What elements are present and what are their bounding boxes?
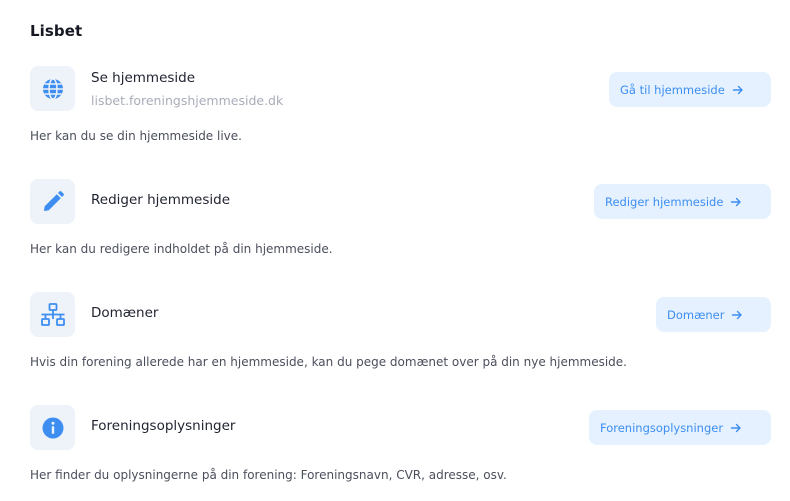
button-label: Rediger hjemmeside xyxy=(605,194,724,209)
button-label: Foreningsoplysninger xyxy=(600,420,724,435)
button-label: Domæner xyxy=(667,307,725,322)
section-foreningsoplysninger: Foreningsoplysninger Foreningsoplysninge… xyxy=(30,405,771,489)
section-description: Her kan du redigere indholdet på din hje… xyxy=(30,242,333,256)
website-url: lisbet.foreningshjemmeside.dk xyxy=(91,93,284,108)
pencil-icon xyxy=(43,190,64,211)
info-icon xyxy=(42,417,63,438)
button-label: Gå til hjemmeside xyxy=(620,82,725,97)
network-icon-box xyxy=(30,292,75,337)
network-icon xyxy=(40,302,65,326)
edit-website-button[interactable]: Rediger hjemmeside xyxy=(594,184,771,219)
section-title: Domæner xyxy=(91,305,159,321)
arrow-right-icon xyxy=(731,309,743,321)
go-to-website-button[interactable]: Gå til hjemmeside xyxy=(609,72,771,107)
section-description: Her finder du oplysningerne på din foren… xyxy=(30,468,507,482)
arrow-right-icon xyxy=(730,422,742,434)
section-title: Se hjemmeside xyxy=(91,70,196,86)
section-description: Her kan du se din hjemmeside live. xyxy=(30,129,242,143)
section-rediger-hjemmeside: Rediger hjemmeside Rediger hjemmeside He… xyxy=(30,179,771,263)
section-se-hjemmeside: Se hjemmeside lisbet.foreningshjemmeside… xyxy=(30,66,771,150)
page-title: Lisbet xyxy=(30,22,83,40)
arrow-right-icon xyxy=(732,84,744,96)
section-domaener: Domæner Domæner Hvis din forening allere… xyxy=(30,292,771,376)
pencil-icon-box xyxy=(30,179,75,224)
globe-icon xyxy=(42,77,63,100)
section-title: Rediger hjemmeside xyxy=(91,192,230,208)
arrow-right-icon xyxy=(730,196,742,208)
section-title: Foreningsoplysninger xyxy=(91,418,236,434)
association-info-button[interactable]: Foreningsoplysninger xyxy=(589,410,771,445)
info-icon-box xyxy=(30,405,75,450)
domains-button[interactable]: Domæner xyxy=(656,297,771,332)
section-description: Hvis din forening allerede har en hjemme… xyxy=(30,355,627,369)
globe-icon-box xyxy=(30,66,75,111)
